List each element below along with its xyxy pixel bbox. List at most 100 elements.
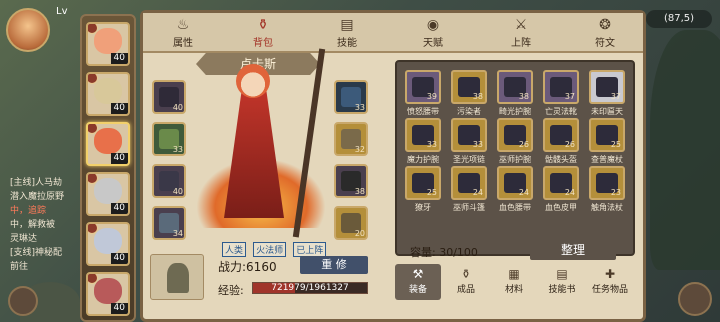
equip-slot-weapon[interactable]: 33 bbox=[334, 80, 368, 114]
tag-status: 已上阵 bbox=[293, 242, 327, 257]
item-frame: 24 bbox=[497, 166, 533, 200]
quest-line: 前往 bbox=[10, 262, 29, 272]
inventory-item[interactable]: 37 亡灵法靴 bbox=[543, 70, 579, 118]
category-tab-skillbooks[interactable]: ▤ 技能书 bbox=[539, 264, 585, 300]
quest-tracker[interactable]: [主线]人马劫 潜入魔拉原野 中，追踪 中，解救被 灵琳达 [支线]神秘配 前往 bbox=[10, 176, 80, 274]
character-level: 40 bbox=[110, 103, 128, 114]
category-label: 技能书 bbox=[548, 285, 576, 295]
item-name: 触角法杖 bbox=[591, 203, 623, 212]
equip-slot-armor[interactable]: 32 bbox=[334, 122, 368, 156]
slot-level: 20 bbox=[354, 229, 365, 238]
equip-slot-belt[interactable]: 38 bbox=[334, 164, 368, 198]
inventory-item[interactable]: 25 查普魔杖 bbox=[589, 118, 625, 166]
category-tab-quest-items[interactable]: ✚ 任务物品 bbox=[587, 264, 633, 300]
character-card[interactable]: 40 bbox=[86, 222, 130, 266]
player-avatar[interactable] bbox=[6, 8, 50, 52]
slot-level: 33 bbox=[172, 145, 183, 154]
tab-skills[interactable]: ▤ 技能 bbox=[307, 13, 387, 53]
slot-level: 40 bbox=[172, 103, 183, 112]
swords-icon: ⚔ bbox=[514, 17, 528, 33]
tab-talent[interactable]: ◉ 天赋 bbox=[393, 13, 473, 53]
inventory-item[interactable]: 23 触角法杖 bbox=[589, 166, 625, 214]
tab-backpack[interactable]: ⚱ 背包 bbox=[223, 13, 303, 53]
character-card-selected[interactable]: 40 bbox=[86, 122, 130, 166]
inventory-grid: 39 愤怒腰带 38 污染者 38 畸光护腕 37 亡灵法靴 37 未印匾天 33 魔力护腕 33 圣光项… bbox=[395, 60, 635, 256]
character-face bbox=[94, 278, 122, 304]
inventory-item[interactable]: 33 魔力护腕 bbox=[405, 118, 441, 166]
character-card[interactable]: 40 bbox=[86, 22, 130, 66]
equip-slot-boots[interactable]: 20 bbox=[334, 206, 368, 240]
item-frame: 24 bbox=[451, 166, 487, 200]
item-name: 巫师斗篷 bbox=[453, 203, 485, 212]
class-mark-icon bbox=[88, 274, 98, 284]
category-tab-materials[interactable]: ▦ 材料 bbox=[491, 264, 537, 300]
inventory-item[interactable]: 24 血色腰带 bbox=[497, 166, 533, 214]
character-face bbox=[94, 28, 122, 54]
class-mark-icon bbox=[88, 74, 98, 84]
mount-portrait[interactable] bbox=[150, 254, 204, 300]
equip-slot-bracer[interactable]: 40 bbox=[152, 164, 186, 198]
inventory-item[interactable]: 26 巫师护腕 bbox=[497, 118, 533, 166]
chat-button[interactable] bbox=[8, 286, 38, 316]
repair-button[interactable]: 重 修 bbox=[300, 256, 368, 274]
inventory-item[interactable]: 38 污染者 bbox=[451, 70, 487, 118]
item-name: 亡灵法靴 bbox=[545, 107, 577, 116]
item-level: 25 bbox=[610, 140, 621, 149]
item-frame: 38 bbox=[497, 70, 533, 104]
character-card[interactable]: 40 bbox=[86, 72, 130, 116]
category-tab-equipment[interactable]: ⚒ 装备 bbox=[395, 264, 441, 300]
item-level: 33 bbox=[472, 140, 483, 149]
item-frame: 26 bbox=[497, 118, 533, 152]
inventory-item[interactable]: 26 骷髅头盔 bbox=[543, 118, 579, 166]
quest-line: 灵琳达 bbox=[10, 234, 38, 244]
item-name: 巫师护腕 bbox=[499, 155, 531, 164]
character-card[interactable]: 40 bbox=[86, 172, 130, 216]
item-level: 37 bbox=[610, 92, 621, 101]
item-frame: 26 bbox=[543, 118, 579, 152]
inventory-item[interactable]: 24 巫师斗篷 bbox=[451, 166, 487, 214]
inventory-item[interactable]: 37 未印匾天 bbox=[589, 70, 625, 118]
hammer-icon: ⚒ bbox=[412, 267, 424, 281]
equip-slot-ring[interactable]: 34 bbox=[152, 206, 186, 240]
item-level: 26 bbox=[518, 140, 529, 149]
item-frame: 37 bbox=[589, 70, 625, 104]
item-name: 獠牙 bbox=[415, 203, 431, 212]
item-name: 血色皮甲 bbox=[545, 203, 577, 212]
item-level: 24 bbox=[518, 188, 529, 197]
rune-icon: ❂ bbox=[599, 17, 611, 33]
tab-deploy[interactable]: ⚔ 上阵 bbox=[481, 13, 561, 53]
tag-class: 火法师 bbox=[253, 242, 287, 257]
map-button[interactable] bbox=[678, 282, 712, 316]
tag-race: 人类 bbox=[222, 242, 247, 257]
item-level: 38 bbox=[472, 92, 483, 101]
item-name: 魔力护腕 bbox=[407, 155, 439, 164]
item-name: 骷髅头盔 bbox=[545, 155, 577, 164]
inventory-item[interactable]: 38 畸光护腕 bbox=[497, 70, 533, 118]
inventory-item[interactable]: 33 圣光项链 bbox=[451, 118, 487, 166]
class-mark-icon bbox=[88, 224, 98, 234]
category-label: 装备 bbox=[408, 285, 427, 295]
category-tab-products[interactable]: ⚱ 成品 bbox=[443, 264, 489, 300]
equip-slot-helmet[interactable]: 40 bbox=[152, 80, 186, 114]
character-level: 40 bbox=[110, 303, 128, 314]
slot-level: 33 bbox=[354, 103, 365, 112]
inventory-item[interactable]: 25 獠牙 bbox=[405, 166, 441, 214]
quest-line: 中，解救被 bbox=[10, 220, 56, 230]
inventory-item[interactable]: 24 血色皮甲 bbox=[543, 166, 579, 214]
tree-decoration bbox=[650, 30, 720, 270]
class-mark-icon bbox=[88, 124, 98, 134]
equip-slot-amulet[interactable]: 33 bbox=[152, 122, 186, 156]
tab-label: 上阵 bbox=[511, 38, 531, 49]
character-level: 40 bbox=[110, 53, 128, 64]
inventory-item[interactable]: 39 愤怒腰带 bbox=[405, 70, 441, 118]
item-level: 24 bbox=[564, 188, 575, 197]
tab-runes[interactable]: ❂ 符文 bbox=[565, 13, 645, 53]
character-card[interactable]: 40 bbox=[86, 272, 130, 316]
tab-label: 背包 bbox=[253, 38, 273, 49]
item-level: 39 bbox=[426, 92, 437, 101]
item-level: 23 bbox=[610, 188, 621, 197]
sort-button[interactable]: 整理 bbox=[530, 240, 616, 260]
tab-attributes[interactable]: ♨ 属性 bbox=[143, 13, 223, 53]
power-value: 6160 bbox=[246, 260, 277, 274]
category-label: 材料 bbox=[504, 285, 523, 295]
